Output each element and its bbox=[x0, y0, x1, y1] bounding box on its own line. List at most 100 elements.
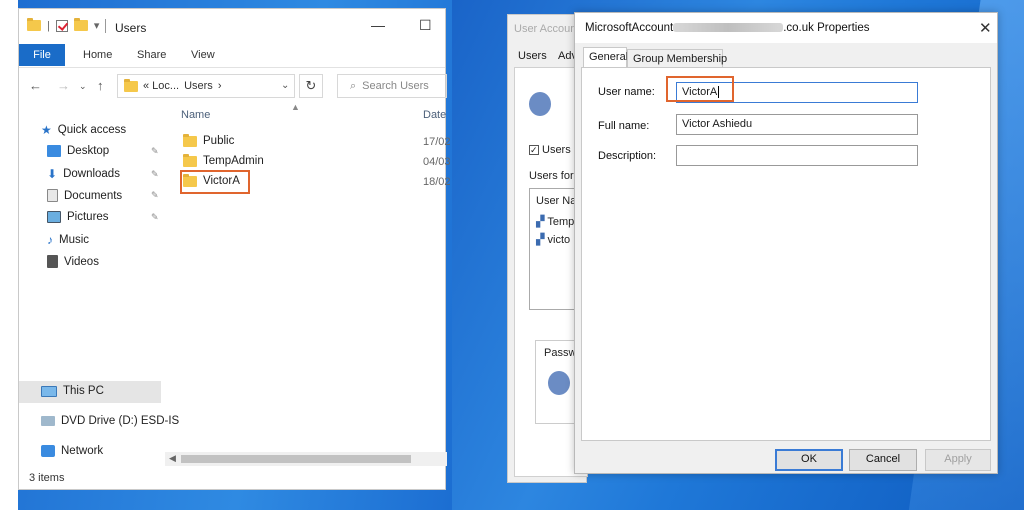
checkbox-icon[interactable]: ✓ bbox=[529, 145, 539, 156]
list-item-label: victo bbox=[547, 234, 571, 246]
nav-item-music[interactable]: ♪ Music bbox=[47, 233, 89, 247]
users-icon bbox=[529, 92, 551, 116]
list-item[interactable]: ▞ Temp bbox=[536, 215, 574, 228]
cancel-button[interactable]: Cancel bbox=[849, 449, 917, 471]
nav-item-downloads[interactable]: ⬇ Downloads ✎ bbox=[47, 167, 159, 181]
maximize-icon[interactable]: ☐ bbox=[419, 17, 432, 34]
nav-label: Documents bbox=[64, 189, 123, 202]
nav-item-dvd-drive[interactable]: DVD Drive (D:) ESD-IS bbox=[41, 415, 179, 427]
sort-up-icon: ▲ bbox=[291, 102, 300, 112]
breadcrumb-root[interactable]: « Loc... bbox=[143, 80, 179, 92]
ribbon-tab-home[interactable]: Home bbox=[83, 49, 112, 61]
properties-check-icon[interactable] bbox=[55, 19, 68, 32]
window-title: Users bbox=[115, 21, 147, 35]
file-name: Public bbox=[203, 135, 235, 147]
nav-label: Pictures bbox=[67, 211, 109, 223]
users-for-label: Users for t bbox=[529, 170, 580, 182]
nav-item-videos[interactable]: Videos bbox=[47, 255, 99, 268]
network-icon bbox=[41, 445, 55, 457]
file-row-tempadmin[interactable]: TempAdmin bbox=[183, 153, 264, 167]
username-highlight-box bbox=[666, 76, 734, 102]
download-icon: ⬇ bbox=[47, 167, 58, 181]
nav-label: Network bbox=[61, 445, 104, 457]
new-folder-icon[interactable] bbox=[73, 18, 88, 31]
nav-label: Desktop bbox=[67, 145, 110, 157]
nav-item-this-pc[interactable]: This PC bbox=[41, 385, 104, 397]
computer-icon bbox=[41, 385, 57, 397]
address-dropdown-icon[interactable]: ⌄ bbox=[281, 80, 289, 91]
quick-access-toolbar: | ▾ bbox=[27, 18, 100, 32]
tab-group-membership[interactable]: Group Membership bbox=[627, 49, 727, 69]
folder-icon bbox=[27, 18, 41, 31]
nav-item-network[interactable]: Network bbox=[41, 445, 103, 457]
address-bar[interactable]: « Loc... Users › bbox=[117, 74, 295, 98]
status-bar-count: 3 items bbox=[29, 472, 65, 484]
pin-icon[interactable]: ✎ bbox=[151, 146, 159, 157]
nav-item-quick-access[interactable]: ★ Quick access bbox=[41, 123, 126, 137]
user-icon: ▞ bbox=[536, 216, 545, 228]
general-panel: User name: VictorA Full name: Victor Ash… bbox=[581, 67, 991, 441]
qat-dropdown-icon[interactable]: ▾ bbox=[94, 19, 100, 32]
nav-item-documents[interactable]: Documents ✎ bbox=[47, 189, 159, 202]
documents-icon bbox=[47, 189, 58, 202]
scrollbar-thumb[interactable] bbox=[181, 455, 411, 463]
nav-label: DVD Drive (D:) ESD-IS bbox=[61, 415, 180, 427]
nav-label: Videos bbox=[64, 255, 99, 268]
pictures-icon bbox=[47, 211, 61, 223]
ok-button[interactable]: OK bbox=[775, 449, 843, 471]
nav-item-pictures[interactable]: Pictures ✎ bbox=[47, 211, 159, 223]
full-name-input[interactable]: Victor Ashiedu bbox=[676, 114, 918, 135]
address-folder-icon bbox=[124, 78, 138, 92]
left-margin bbox=[0, 0, 18, 510]
properties-titlebar: MicrosoftAccount .co.uk Properties ✕ bbox=[575, 13, 997, 43]
column-header-date[interactable]: Date bbox=[423, 109, 446, 121]
search-placeholder: Search Users bbox=[362, 80, 429, 92]
redacted-email bbox=[673, 23, 784, 33]
file-row-public[interactable]: Public bbox=[183, 133, 235, 147]
breadcrumb-users[interactable]: Users bbox=[184, 80, 213, 92]
refresh-icon[interactable]: ↻ bbox=[299, 74, 323, 98]
pin-icon[interactable]: ✎ bbox=[151, 212, 159, 223]
tab-general[interactable]: General bbox=[583, 47, 628, 69]
search-box[interactable]: ⌕ Search Users bbox=[337, 74, 447, 98]
address-row: ← → ⌄ ↑ « Loc... Users › ⌄ ↻ ⌕ Search Us… bbox=[19, 71, 447, 101]
qat-separator: | bbox=[47, 19, 50, 32]
scroll-left-icon[interactable]: ◀ bbox=[169, 453, 176, 464]
desktop-icon bbox=[47, 145, 61, 157]
nav-item-desktop[interactable]: Desktop ✎ bbox=[47, 145, 159, 157]
user-icon: ▞ bbox=[536, 234, 545, 246]
nav-label: Quick access bbox=[57, 124, 127, 136]
dvd-drive-icon bbox=[41, 416, 55, 426]
ribbon-tab-share[interactable]: Share bbox=[137, 49, 166, 61]
forward-arrow-icon[interactable]: → bbox=[57, 78, 70, 93]
file-explorer-window: | ▾ Users — ☐ File Home Share View ← → ⌄… bbox=[18, 8, 451, 490]
ribbon-tab-view[interactable]: View bbox=[191, 49, 215, 61]
title-suffix: .co.uk Properties bbox=[783, 22, 870, 34]
description-label: Description: bbox=[598, 150, 657, 162]
title-separator bbox=[105, 19, 106, 33]
description-input[interactable] bbox=[676, 145, 918, 166]
pin-icon[interactable]: ✎ bbox=[151, 169, 159, 180]
password-user-icon bbox=[548, 371, 570, 395]
ribbon-tab-file[interactable]: File bbox=[19, 44, 65, 66]
file-date: 18/02 bbox=[423, 176, 451, 188]
videos-icon bbox=[47, 255, 58, 268]
recent-locations-icon[interactable]: ⌄ bbox=[79, 81, 87, 92]
pin-icon[interactable]: ✎ bbox=[151, 190, 159, 201]
nav-label: Music bbox=[59, 234, 90, 246]
list-item[interactable]: ▞ victo bbox=[536, 233, 570, 246]
folder-icon bbox=[183, 153, 197, 167]
file-date: 04/03 bbox=[423, 156, 451, 168]
list-item-label: Temp bbox=[547, 216, 575, 228]
file-date: 17/02 bbox=[423, 136, 451, 148]
tab-users[interactable]: Users bbox=[518, 50, 547, 62]
close-icon[interactable]: ✕ bbox=[979, 19, 992, 37]
properties-title: MicrosoftAccount .co.uk Properties bbox=[585, 22, 870, 34]
breadcrumb-chevron[interactable]: › bbox=[218, 80, 222, 92]
minimize-icon[interactable]: — bbox=[371, 17, 385, 33]
folder-icon bbox=[183, 133, 197, 147]
column-header-name[interactable]: Name bbox=[181, 109, 210, 121]
up-arrow-icon[interactable]: ↑ bbox=[97, 78, 104, 93]
victora-highlight-box bbox=[180, 170, 250, 194]
back-arrow-icon[interactable]: ← bbox=[29, 78, 42, 93]
